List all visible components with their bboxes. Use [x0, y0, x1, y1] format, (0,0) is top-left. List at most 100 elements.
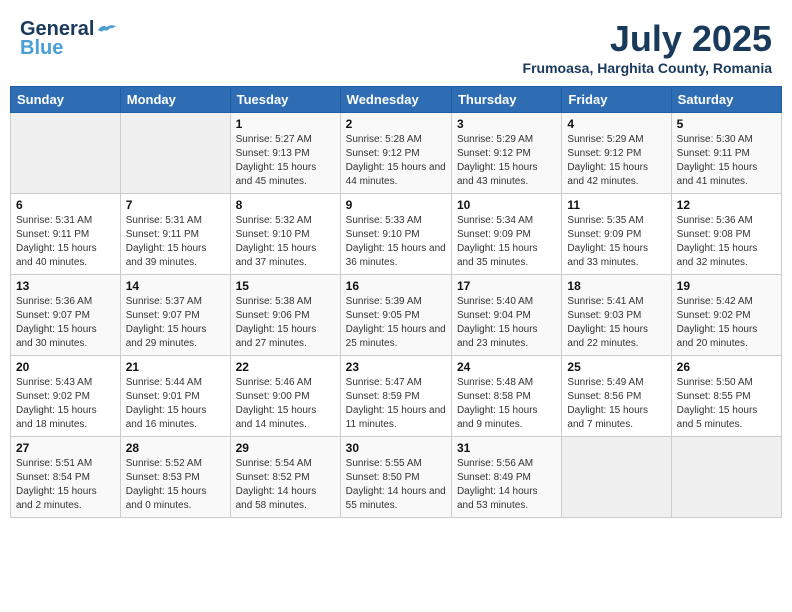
week-row-4: 20 Sunrise: 5:43 AM Sunset: 9:02 PM Dayli…	[11, 356, 782, 437]
day-number: 13	[16, 279, 115, 293]
weekday-header-wednesday: Wednesday	[340, 87, 451, 113]
day-number: 12	[677, 198, 776, 212]
calendar-cell: 7 Sunrise: 5:31 AM Sunset: 9:11 PM Daylig…	[120, 194, 230, 275]
calendar-cell: 4 Sunrise: 5:29 AM Sunset: 9:12 PM Daylig…	[562, 113, 671, 194]
day-info: Sunrise: 5:55 AM Sunset: 8:50 PM Dayligh…	[346, 457, 446, 513]
day-info: Sunrise: 5:40 AM Sunset: 9:04 PM Dayligh…	[457, 295, 556, 351]
logo-bird-icon	[96, 22, 118, 38]
day-info: Sunrise: 5:31 AM Sunset: 9:11 PM Dayligh…	[126, 214, 225, 270]
day-number: 27	[16, 441, 115, 455]
day-number: 6	[16, 198, 115, 212]
day-info: Sunrise: 5:37 AM Sunset: 9:07 PM Dayligh…	[126, 295, 225, 351]
day-info: Sunrise: 5:47 AM Sunset: 8:59 PM Dayligh…	[346, 376, 446, 432]
calendar-cell: 8Sunrise: 5:32 AM Sunset: 9:10 PM Daylig…	[230, 194, 340, 275]
calendar-cell: 9 Sunrise: 5:33 AM Sunset: 9:10 PM Daylig…	[340, 194, 451, 275]
day-info: Sunrise: 5:36 AM Sunset: 9:08 PM Dayligh…	[677, 214, 776, 270]
day-number: 15	[236, 279, 335, 293]
calendar-cell: 2Sunrise: 5:28 AM Sunset: 9:12 PM Daylig…	[340, 113, 451, 194]
day-number: 1	[236, 117, 335, 131]
day-number: 22	[236, 360, 335, 374]
calendar-cell: 27 Sunrise: 5:51 AM Sunset: 8:54 PM Dayli…	[11, 437, 121, 518]
day-number: 21	[126, 360, 225, 374]
day-info: Sunrise: 5:42 AM Sunset: 9:02 PM Dayligh…	[677, 295, 776, 351]
calendar-table: SundayMondayTuesdayWednesdayThursdayFrid…	[10, 86, 782, 518]
calendar-cell: 14 Sunrise: 5:37 AM Sunset: 9:07 PM Dayli…	[120, 275, 230, 356]
day-info: Sunrise: 5:30 AM Sunset: 9:11 PM Dayligh…	[677, 133, 776, 189]
day-info: Sunrise: 5:44 AM Sunset: 9:01 PM Dayligh…	[126, 376, 225, 432]
calendar-cell: 21 Sunrise: 5:44 AM Sunset: 9:01 PM Dayli…	[120, 356, 230, 437]
calendar-cell: 13Sunrise: 5:36 AM Sunset: 9:07 PM Dayli…	[11, 275, 121, 356]
weekday-header-row: SundayMondayTuesdayWednesdayThursdayFrid…	[11, 87, 782, 113]
day-info: Sunrise: 5:29 AM Sunset: 9:12 PM Dayligh…	[457, 133, 556, 189]
day-number: 31	[457, 441, 556, 455]
day-number: 30	[346, 441, 446, 455]
weekday-header-thursday: Thursday	[451, 87, 561, 113]
calendar-cell: 1 Sunrise: 5:27 AM Sunset: 9:13 PM Daylig…	[230, 113, 340, 194]
day-number: 10	[457, 198, 556, 212]
day-number: 29	[236, 441, 335, 455]
day-info: Sunrise: 5:51 AM Sunset: 8:54 PM Dayligh…	[16, 457, 115, 513]
calendar-cell: 5Sunrise: 5:30 AM Sunset: 9:11 PM Daylig…	[671, 113, 781, 194]
weekday-header-friday: Friday	[562, 87, 671, 113]
week-row-5: 27 Sunrise: 5:51 AM Sunset: 8:54 PM Dayli…	[11, 437, 782, 518]
calendar-cell: 6 Sunrise: 5:31 AM Sunset: 9:11 PM Daylig…	[11, 194, 121, 275]
day-info: Sunrise: 5:54 AM Sunset: 8:52 PM Dayligh…	[236, 457, 335, 513]
week-row-2: 6 Sunrise: 5:31 AM Sunset: 9:11 PM Daylig…	[11, 194, 782, 275]
weekday-header-saturday: Saturday	[671, 87, 781, 113]
main-title: July 2025	[523, 18, 772, 60]
calendar-cell: 29 Sunrise: 5:54 AM Sunset: 8:52 PM Dayli…	[230, 437, 340, 518]
title-section: July 2025 Frumoasa, Harghita County, Rom…	[523, 18, 772, 76]
day-info: Sunrise: 5:28 AM Sunset: 9:12 PM Dayligh…	[346, 133, 446, 189]
day-info: Sunrise: 5:56 AM Sunset: 8:49 PM Dayligh…	[457, 457, 556, 513]
calendar-cell: 3 Sunrise: 5:29 AM Sunset: 9:12 PM Daylig…	[451, 113, 561, 194]
subtitle: Frumoasa, Harghita County, Romania	[523, 60, 772, 76]
calendar-cell	[562, 437, 671, 518]
day-info: Sunrise: 5:43 AM Sunset: 9:02 PM Dayligh…	[16, 376, 115, 432]
day-number: 18	[567, 279, 665, 293]
calendar-cell: 19Sunrise: 5:42 AM Sunset: 9:02 PM Dayli…	[671, 275, 781, 356]
calendar-cell: 28 Sunrise: 5:52 AM Sunset: 8:53 PM Dayli…	[120, 437, 230, 518]
calendar-cell: 15 Sunrise: 5:38 AM Sunset: 9:06 PM Dayli…	[230, 275, 340, 356]
day-number: 14	[126, 279, 225, 293]
weekday-header-sunday: Sunday	[11, 87, 121, 113]
day-number: 3	[457, 117, 556, 131]
day-number: 28	[126, 441, 225, 455]
calendar-cell: 26Sunrise: 5:50 AM Sunset: 8:55 PM Dayli…	[671, 356, 781, 437]
day-info: Sunrise: 5:27 AM Sunset: 9:13 PM Dayligh…	[236, 133, 335, 189]
day-number: 7	[126, 198, 225, 212]
day-info: Sunrise: 5:50 AM Sunset: 8:55 PM Dayligh…	[677, 376, 776, 432]
calendar-cell: 12 Sunrise: 5:36 AM Sunset: 9:08 PM Dayli…	[671, 194, 781, 275]
day-number: 20	[16, 360, 115, 374]
day-info: Sunrise: 5:35 AM Sunset: 9:09 PM Dayligh…	[567, 214, 665, 270]
calendar-cell: 25Sunrise: 5:49 AM Sunset: 8:56 PM Dayli…	[562, 356, 671, 437]
day-info: Sunrise: 5:31 AM Sunset: 9:11 PM Dayligh…	[16, 214, 115, 270]
day-info: Sunrise: 5:46 AM Sunset: 9:00 PM Dayligh…	[236, 376, 335, 432]
logo: General Blue	[20, 18, 118, 60]
day-info: Sunrise: 5:33 AM Sunset: 9:10 PM Dayligh…	[346, 214, 446, 270]
calendar-cell: 10 Sunrise: 5:34 AM Sunset: 9:09 PM Dayli…	[451, 194, 561, 275]
day-info: Sunrise: 5:52 AM Sunset: 8:53 PM Dayligh…	[126, 457, 225, 513]
day-number: 8	[236, 198, 335, 212]
weekday-header-tuesday: Tuesday	[230, 87, 340, 113]
calendar-cell: 18Sunrise: 5:41 AM Sunset: 9:03 PM Dayli…	[562, 275, 671, 356]
day-info: Sunrise: 5:48 AM Sunset: 8:58 PM Dayligh…	[457, 376, 556, 432]
weekday-header-monday: Monday	[120, 87, 230, 113]
day-info: Sunrise: 5:29 AM Sunset: 9:12 PM Dayligh…	[567, 133, 665, 189]
calendar-cell: 24Sunrise: 5:48 AM Sunset: 8:58 PM Dayli…	[451, 356, 561, 437]
day-number: 9	[346, 198, 446, 212]
calendar-cell: 22 Sunrise: 5:46 AM Sunset: 9:00 PM Dayli…	[230, 356, 340, 437]
calendar-cell: 20 Sunrise: 5:43 AM Sunset: 9:02 PM Dayli…	[11, 356, 121, 437]
day-number: 11	[567, 198, 665, 212]
week-row-3: 13Sunrise: 5:36 AM Sunset: 9:07 PM Dayli…	[11, 275, 782, 356]
calendar-cell	[11, 113, 121, 194]
calendar-cell: 23 Sunrise: 5:47 AM Sunset: 8:59 PM Dayli…	[340, 356, 451, 437]
calendar-cell: 31 Sunrise: 5:56 AM Sunset: 8:49 PM Dayli…	[451, 437, 561, 518]
week-row-1: 1 Sunrise: 5:27 AM Sunset: 9:13 PM Daylig…	[11, 113, 782, 194]
calendar-cell: 16Sunrise: 5:39 AM Sunset: 9:05 PM Dayli…	[340, 275, 451, 356]
day-number: 17	[457, 279, 556, 293]
day-number: 4	[567, 117, 665, 131]
day-info: Sunrise: 5:38 AM Sunset: 9:06 PM Dayligh…	[236, 295, 335, 351]
day-number: 23	[346, 360, 446, 374]
day-info: Sunrise: 5:34 AM Sunset: 9:09 PM Dayligh…	[457, 214, 556, 270]
day-info: Sunrise: 5:39 AM Sunset: 9:05 PM Dayligh…	[346, 295, 446, 351]
